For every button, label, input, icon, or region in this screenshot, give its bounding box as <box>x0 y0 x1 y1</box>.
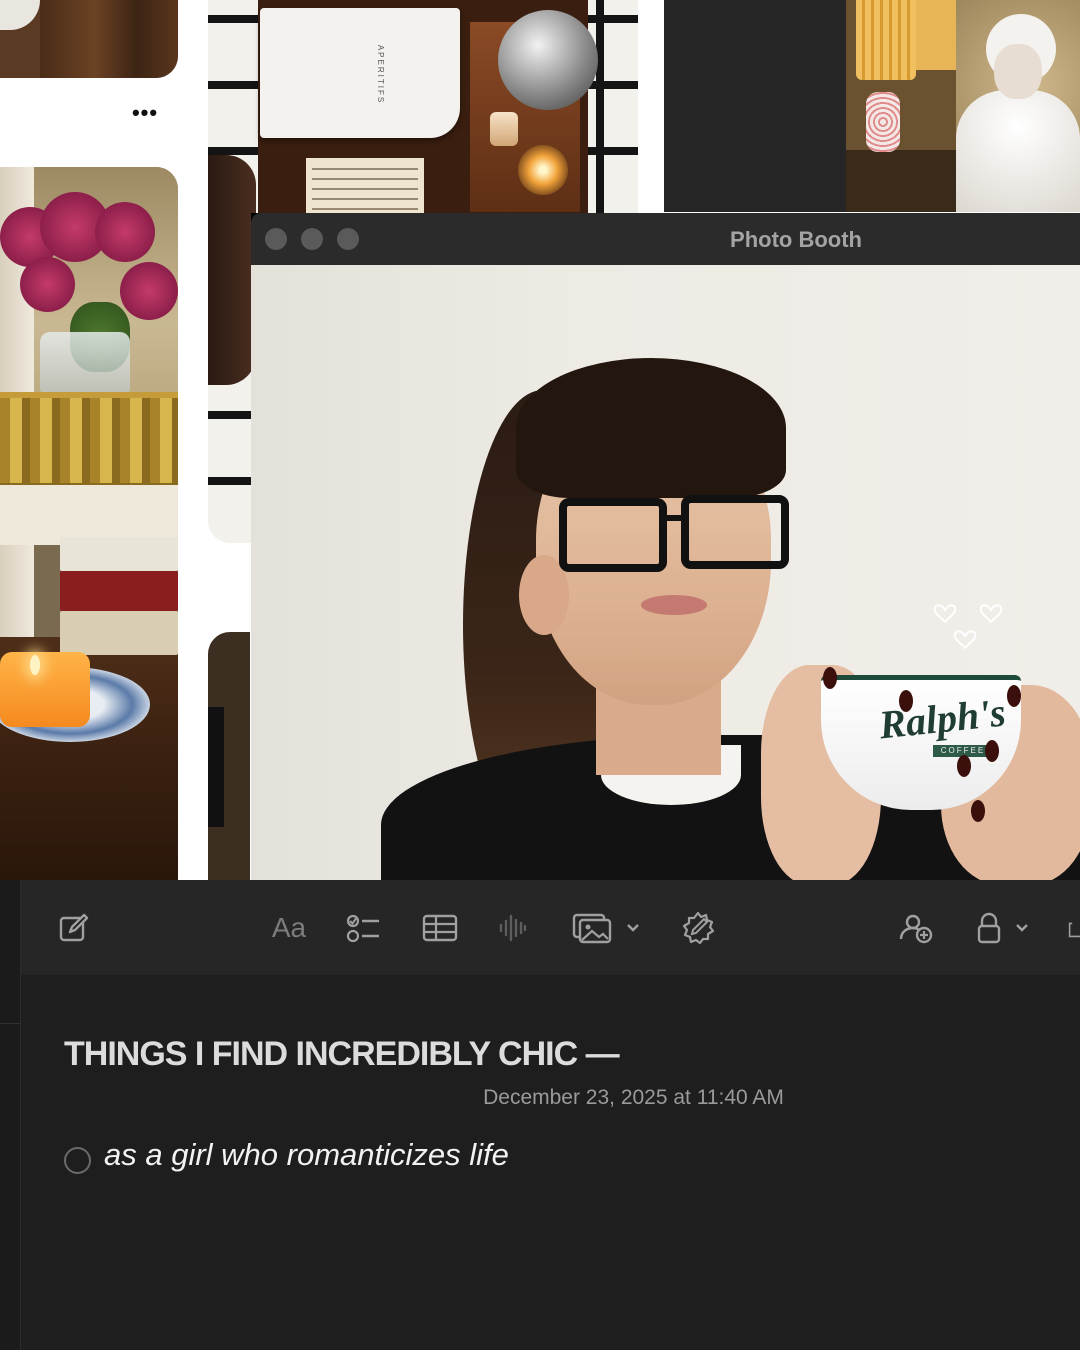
sweater-photo-tile[interactable] <box>0 0 178 78</box>
note-timestamp: December 23, 2025 at 11:40 AM <box>483 1086 784 1109</box>
glasses-right-lens <box>681 495 789 569</box>
collaborate-icon[interactable] <box>897 908 935 948</box>
format-text-icon[interactable]: Aa <box>266 908 312 948</box>
glasses-left-lens <box>559 498 667 572</box>
writing-tools-icon[interactable] <box>679 908 717 948</box>
knit-sweater <box>0 0 40 30</box>
nail <box>985 740 999 762</box>
aperitifs-book <box>260 8 460 138</box>
gilded-frame <box>0 392 178 491</box>
nail <box>823 667 837 689</box>
sidebar-divider <box>0 1023 20 1024</box>
media-icon[interactable] <box>571 908 613 948</box>
tealight-candle <box>518 145 568 195</box>
note-title[interactable]: THINGS I FIND INCREDIBLY CHIC — <box>64 1035 620 1074</box>
spa-robe-photo-tile[interactable] <box>846 0 1080 212</box>
notes-toolbar: Aa <box>21 880 1080 976</box>
flowers-candle-photo-tile[interactable] <box>0 167 178 880</box>
nail <box>957 755 971 777</box>
chevron-down-icon[interactable] <box>624 908 642 948</box>
wall-panel <box>0 485 178 545</box>
small-jar <box>490 112 518 146</box>
flower-bloom <box>20 257 75 312</box>
orange-candle <box>0 652 90 727</box>
book <box>60 611 178 655</box>
photo-booth-window[interactable]: Photo Booth Ralph's COFFEE <box>251 213 1080 880</box>
flower-bloom <box>95 202 155 262</box>
partial-hand <box>208 155 256 385</box>
compose-icon[interactable] <box>56 908 92 948</box>
table-icon[interactable] <box>421 908 459 948</box>
bottom-photo-tile[interactable] <box>208 632 250 880</box>
dark-strip <box>208 707 224 827</box>
slicked-hair <box>516 358 786 498</box>
lamp-shade <box>856 0 916 80</box>
checklist-item-text[interactable]: as a girl who romanticizes life <box>104 1137 509 1173</box>
checklist-icon[interactable] <box>345 908 383 948</box>
lock-menu-chevron-down-icon[interactable] <box>1013 908 1031 948</box>
window-title: Photo Booth <box>730 227 862 252</box>
handwritten-letter <box>306 158 424 218</box>
book <box>60 571 178 611</box>
nail <box>1007 685 1021 707</box>
share-icon[interactable] <box>1067 908 1080 948</box>
checklist-item[interactable]: as a girl who romanticizes life <box>64 1130 509 1180</box>
book <box>60 537 178 571</box>
aperitifs-book-label: APERITIFS <box>376 44 386 105</box>
nail <box>971 800 985 822</box>
glasses-bridge <box>659 515 683 521</box>
dark-photo-tile[interactable] <box>664 0 846 212</box>
lips <box>641 595 707 615</box>
white-robe <box>956 90 1080 212</box>
glass-vase <box>40 332 130 394</box>
audio-waveform-icon[interactable] <box>496 908 530 948</box>
lamp-shade <box>916 0 956 70</box>
notes-app: Aa December 23, 2025 at 11:40 AM <box>0 880 1080 1350</box>
checklist-checkbox[interactable] <box>64 1146 91 1174</box>
camera-preview: Ralph's COFFEE <box>251 265 1080 880</box>
wood-texture <box>40 0 178 78</box>
candle-flame <box>30 655 40 675</box>
notes-sidebar[interactable] <box>0 880 21 1350</box>
pink-vase <box>866 92 900 152</box>
flower-bloom <box>120 262 178 320</box>
face-mask <box>994 44 1042 99</box>
window-titlebar[interactable]: Photo Booth <box>251 213 1080 266</box>
hearts-doodle-icon <box>933 604 1003 650</box>
more-options-button[interactable]: ••• <box>118 100 172 130</box>
nail <box>899 690 913 712</box>
silver-cloche <box>498 10 598 110</box>
lock-icon[interactable] <box>975 908 1003 948</box>
